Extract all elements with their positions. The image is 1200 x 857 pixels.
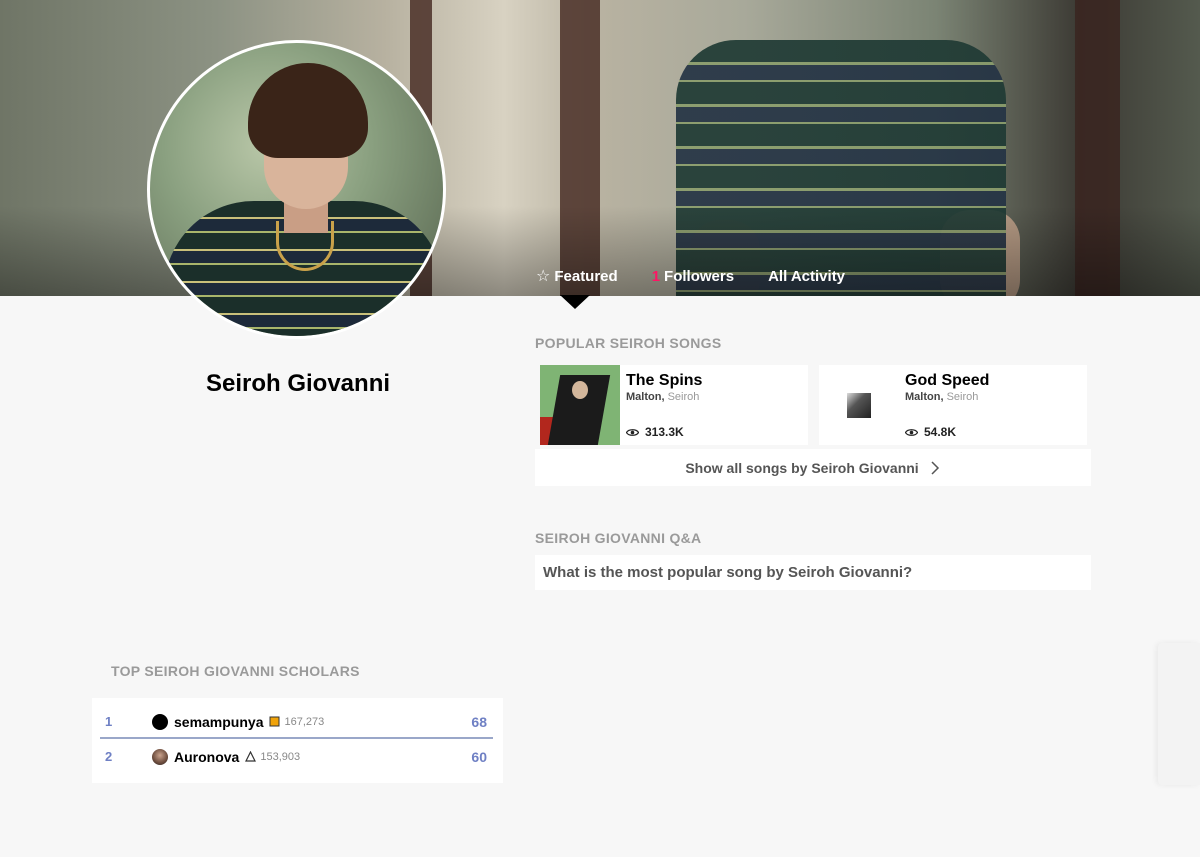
eye-icon (905, 428, 918, 436)
tab-featured-label: Featured (554, 267, 618, 285)
triangle-badge-icon (245, 751, 257, 762)
active-tab-pointer (560, 295, 590, 309)
chevron-right-icon (931, 460, 939, 475)
tab-activity-label: All Activity (768, 267, 846, 285)
song-primary-artist[interactable]: Malton, (626, 391, 665, 403)
avatar (152, 713, 168, 730)
scholar-row[interactable]: 1 semampunya 167,273 68 (100, 706, 493, 739)
tab-followers[interactable]: 1 Followers (652, 266, 734, 286)
scholar-name[interactable]: semampunya (174, 714, 263, 730)
followers-count: 1 (651, 267, 661, 285)
side-panel-edge (1158, 643, 1200, 785)
song-title[interactable]: God Speed (905, 371, 989, 390)
song-views-count: 54.8K (924, 425, 957, 439)
scholars-section-title: TOP SEIROH GIOVANNI SCHOLARS (111, 663, 360, 679)
scholar-rank: 2 (105, 749, 113, 764)
artist-name: Seiroh Giovanni (205, 370, 391, 397)
scholar-iq: 153,903 (260, 750, 301, 763)
scholar-score: 68 (471, 713, 487, 730)
song-primary-artist[interactable]: Malton, (905, 391, 944, 403)
tab-followers-label: Followers (664, 267, 735, 285)
song-cover-image (819, 365, 899, 445)
tab-all-activity[interactable]: All Activity (768, 266, 845, 286)
song-cover-image (540, 365, 620, 445)
qa-question[interactable]: What is the most popular song by Seiroh … (535, 555, 1091, 590)
show-all-songs-label: Show all songs by Seiroh Giovanni (685, 459, 919, 476)
tab-featured[interactable]: ☆ Featured (536, 266, 618, 286)
scholar-name[interactable]: Auronova (174, 749, 239, 765)
song-title[interactable]: The Spins (626, 371, 702, 390)
star-icon: ☆ (536, 268, 551, 285)
avatar (152, 748, 168, 765)
song-card[interactable]: The Spins Malton, Seiroh 313.3K (540, 365, 808, 445)
song-artists: Malton, Seiroh (905, 391, 989, 403)
square-badge-icon (269, 716, 280, 727)
song-featured-artist[interactable]: Seiroh (947, 391, 979, 403)
eye-icon (626, 428, 639, 436)
song-views: 54.8K (905, 425, 956, 439)
show-all-songs-button[interactable]: Show all songs by Seiroh Giovanni (535, 449, 1091, 486)
song-card[interactable]: God Speed Malton, Seiroh 54.8K (819, 365, 1087, 445)
scholar-row[interactable]: 2 Auronova 153,903 60 (100, 740, 493, 773)
song-views: 313.3K (626, 425, 684, 439)
artist-avatar (147, 40, 446, 339)
scholar-score: 60 (471, 748, 487, 765)
scholar-iq: 167,273 (284, 715, 325, 728)
avatar-hair (248, 63, 368, 158)
song-featured-artist[interactable]: Seiroh (668, 391, 700, 403)
scholars-list: 1 semampunya 167,273 68 2 Auronova 153,9… (92, 698, 503, 783)
song-views-count: 313.3K (645, 425, 684, 439)
profile-tabs: ☆ Featured 1 Followers All Activity (536, 266, 879, 286)
song-artists: Malton, Seiroh (626, 391, 702, 403)
qa-section-title: SEIROH GIOVANNI Q&A (535, 530, 702, 546)
popular-songs-title: POPULAR SEIROH SONGS (535, 335, 722, 351)
scholar-rank: 1 (105, 714, 113, 729)
